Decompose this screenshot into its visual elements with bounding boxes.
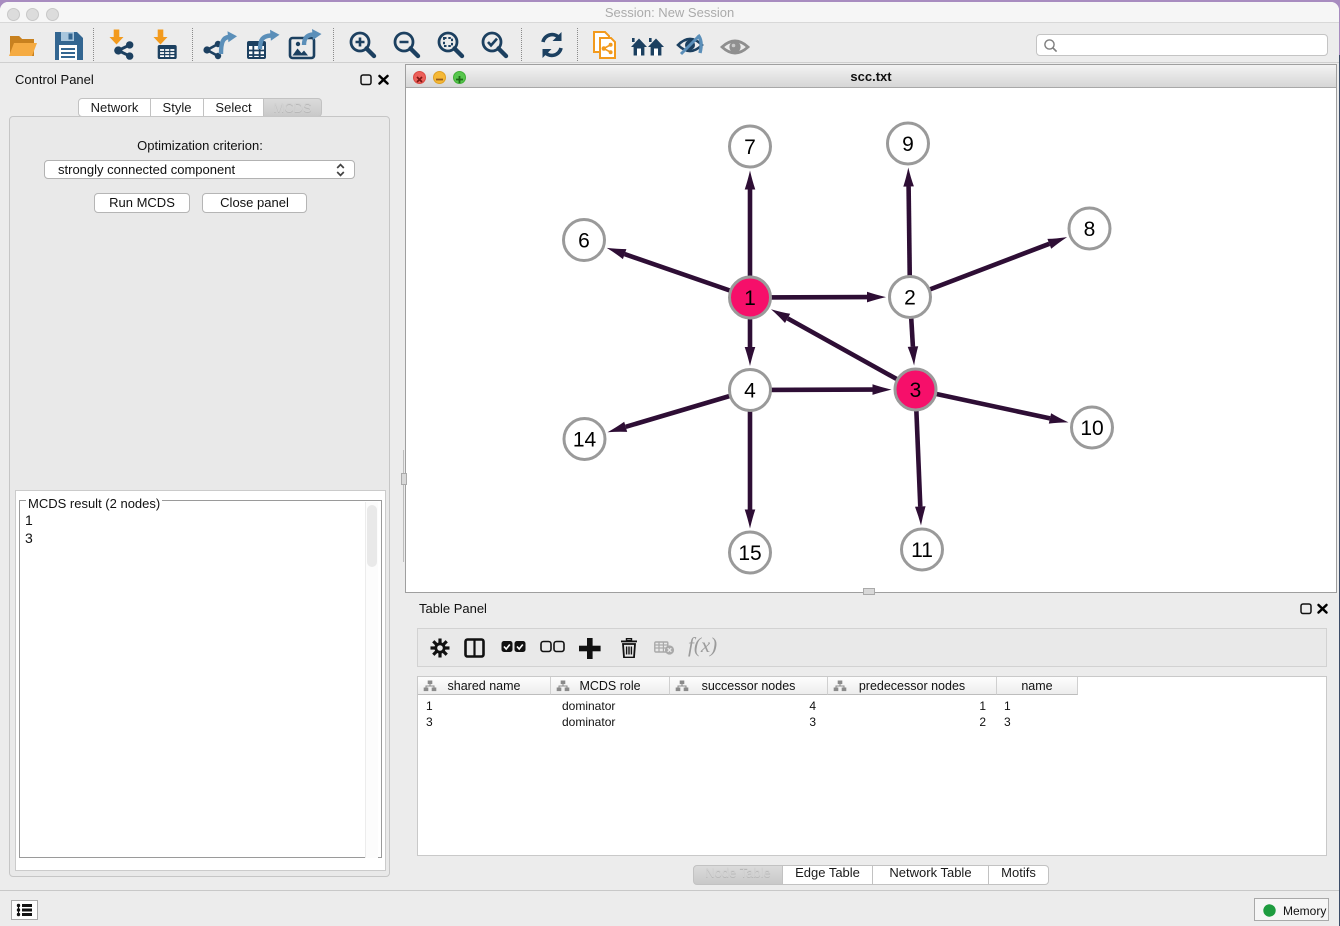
svg-text:2: 2 [904,287,916,310]
svg-text:6: 6 [578,230,590,253]
svg-text:4: 4 [744,380,756,403]
svg-text:8: 8 [1084,218,1096,241]
svg-text:15: 15 [738,542,761,565]
svg-text:14: 14 [573,429,597,452]
svg-text:f(x): f(x) [688,635,717,657]
svg-text:1: 1 [744,287,756,310]
svg-text:7: 7 [744,136,756,159]
svg-text:3: 3 [910,379,922,402]
svg-text:11: 11 [911,539,933,562]
svg-text:10: 10 [1080,417,1103,440]
svg-text:9: 9 [902,133,914,156]
